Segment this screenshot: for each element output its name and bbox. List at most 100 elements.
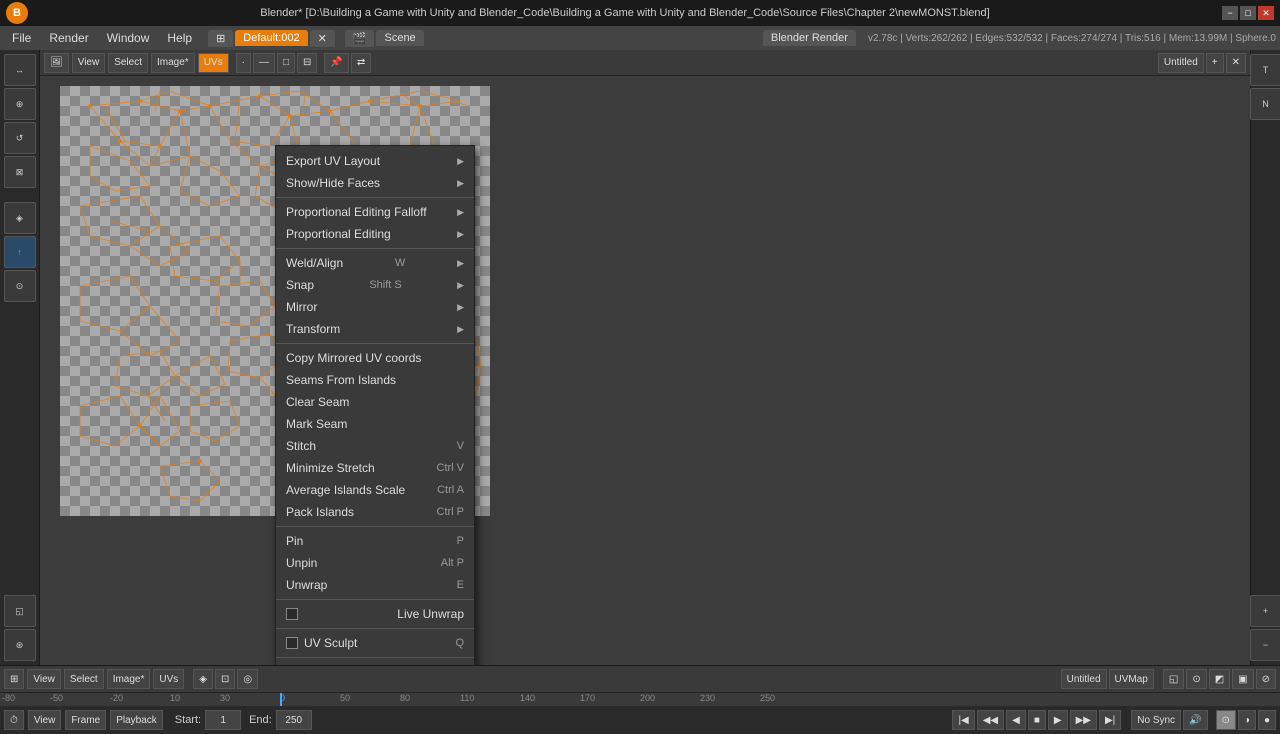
menu-file[interactable]: File (4, 29, 39, 47)
view-mode-2[interactable]: ⊙ (1186, 669, 1206, 689)
view-menu[interactable]: View (27, 669, 61, 689)
image-tab[interactable]: Image* (151, 53, 195, 73)
menu-render[interactable]: Render (41, 29, 96, 47)
view-btn[interactable]: View (28, 710, 62, 730)
ctx-unpin[interactable]: Unpin Alt P (276, 552, 474, 574)
separator-4 (276, 526, 474, 527)
remove-image-btn[interactable]: ✕ (1226, 53, 1246, 73)
view-mode-3[interactable]: ◩ (1209, 669, 1230, 689)
uvs-tab[interactable]: UVs (198, 53, 229, 73)
uvs-menu[interactable]: UVs (153, 669, 184, 689)
next-keyframe[interactable]: ▶▶ (1070, 710, 1097, 730)
right-btn-2[interactable]: N (1250, 88, 1280, 120)
tool-btn-1[interactable]: ↔ (4, 54, 36, 86)
right-btn-1[interactable]: T (1250, 54, 1280, 86)
tool-btn-3[interactable]: ↺ (4, 122, 36, 154)
workspace-name[interactable]: Default:002 (235, 30, 307, 46)
minimize-button[interactable]: − (1222, 6, 1238, 20)
play-reverse[interactable]: ◀ (1006, 710, 1026, 730)
maximize-button[interactable]: □ (1240, 6, 1256, 20)
ctx-mirror[interactable]: Mirror (276, 296, 474, 318)
ctx-mark-seam[interactable]: Mark Seam (276, 413, 474, 435)
ctx-pack-islands[interactable]: Pack Islands Ctrl P (276, 501, 474, 523)
sync-mode[interactable]: No Sync (1131, 710, 1181, 730)
ctx-seams-from-islands[interactable]: Seams From Islands (276, 369, 474, 391)
view-tab[interactable]: View (72, 53, 106, 73)
ctx-transform[interactable]: Transform (276, 318, 474, 340)
right-btn-zoom[interactable]: + (1250, 595, 1280, 627)
menu-bar: File Render Window Help ⊞ Default:002 ✕ … (0, 26, 1280, 50)
scene-icon: 🎬 (345, 30, 375, 47)
view-mode-4[interactable]: ▣ (1232, 669, 1253, 689)
image-name[interactable]: Untitled (1158, 53, 1204, 73)
ctx-export-uv-layout[interactable]: Export UV Layout (276, 150, 474, 172)
jump-start[interactable]: |◀ (952, 710, 974, 730)
ctx-constrain-image-bounds[interactable]: Constrain to Image Bounds (276, 661, 474, 665)
tool-btn-5[interactable]: ◈ (4, 202, 36, 234)
select-tab[interactable]: Select (108, 53, 148, 73)
view-mode-5[interactable]: ⊘ (1256, 669, 1276, 689)
end-frame-input[interactable] (276, 710, 312, 730)
play-btn[interactable]: ▶ (1048, 710, 1068, 730)
workspace-icon[interactable]: ⊞ (208, 30, 233, 47)
select-menu[interactable]: Select (64, 669, 104, 689)
tool-btn-2[interactable]: ⊕ (4, 88, 36, 120)
ctx-show-hide-faces[interactable]: Show/Hide Faces (276, 172, 474, 194)
sync-btn[interactable]: ⇄ (351, 53, 371, 73)
edge-select[interactable]: — (253, 53, 275, 73)
ctx-stitch[interactable]: Stitch V (276, 435, 474, 457)
ctx-proportional-editing[interactable]: Proportional Editing (276, 223, 474, 245)
ctx-average-islands-scale[interactable]: Average Islands Scale Ctrl A (276, 479, 474, 501)
right-btn-unzoom[interactable]: − (1250, 629, 1280, 661)
viewport-shading-1[interactable]: ⊙ (1216, 710, 1236, 730)
viewport-shading-2[interactable]: ◑ (1238, 710, 1256, 730)
ctx-clear-seam[interactable]: Clear Seam (276, 391, 474, 413)
uv-map-label[interactable]: UVMap (1109, 669, 1154, 689)
tool-btn-arrow[interactable]: ↑ (4, 236, 36, 268)
tool-btn-cam[interactable]: ⊛ (4, 629, 36, 661)
frame-btn[interactable]: Frame (65, 710, 106, 730)
editor-type-btn[interactable]: 🖼 (44, 53, 69, 73)
end-label: End: (249, 714, 272, 726)
workspace-add[interactable]: ✕ (310, 30, 335, 47)
face-select[interactable]: □ (277, 53, 295, 73)
island-select[interactable]: ⊟ (297, 53, 317, 73)
ctx-snap[interactable]: Snap Shift S ▶ (276, 274, 474, 296)
audio-toggle[interactable]: 🔊 (1183, 710, 1207, 730)
ctx-minimize-stretch[interactable]: Minimize Stretch Ctrl V (276, 457, 474, 479)
ctx-live-unwrap[interactable]: Live Unwrap (276, 603, 474, 625)
separator-2 (276, 248, 474, 249)
ctx-uv-sculpt[interactable]: UV Sculpt Q (276, 632, 474, 654)
vertex-select[interactable]: · (236, 53, 251, 73)
editor-type-icon[interactable]: ⊞ (4, 669, 24, 689)
viewport-shading-3[interactable]: ● (1258, 710, 1276, 730)
prev-keyframe[interactable]: ◀◀ (977, 710, 1004, 730)
start-frame-input[interactable] (205, 710, 241, 730)
mode-icon[interactable]: ◈ (193, 669, 213, 689)
ctx-weld-align[interactable]: Weld/Align W ▶ (276, 252, 474, 274)
close-button[interactable]: ✕ (1258, 6, 1274, 20)
timeline-type[interactable]: ⏱ (4, 710, 24, 730)
jump-end[interactable]: ▶| (1099, 710, 1121, 730)
menu-window[interactable]: Window (99, 29, 158, 47)
image-menu[interactable]: Image* (107, 669, 151, 689)
stop-btn[interactable]: ■ (1028, 710, 1046, 730)
tool-btn-view[interactable]: ◱ (4, 595, 36, 627)
add-image-btn[interactable]: + (1206, 53, 1224, 73)
context-menu: Export UV Layout Show/Hide Faces Proport… (275, 145, 475, 665)
tool-btn-6[interactable]: ⊙ (4, 270, 36, 302)
ctx-copy-mirrored[interactable]: Copy Mirrored UV coords (276, 347, 474, 369)
snap-icon[interactable]: ⊡ (215, 669, 235, 689)
prop-edit-icon[interactable]: ◎ (237, 669, 258, 689)
image-name-bottom[interactable]: Untitled (1061, 669, 1107, 689)
render-engine[interactable]: Blender Render (763, 30, 856, 46)
ctx-proportional-falloff[interactable]: Proportional Editing Falloff (276, 201, 474, 223)
ctx-pin[interactable]: Pin P (276, 530, 474, 552)
view-mode-1[interactable]: ◱ (1163, 669, 1184, 689)
menu-help[interactable]: Help (159, 29, 200, 47)
ctx-unwrap[interactable]: Unwrap E (276, 574, 474, 596)
scene-name[interactable]: Scene (376, 30, 423, 46)
playback-btn[interactable]: Playback (110, 710, 163, 730)
tool-btn-4[interactable]: ⊠ (4, 156, 36, 188)
pin-btn[interactable]: 📌 (324, 53, 348, 73)
